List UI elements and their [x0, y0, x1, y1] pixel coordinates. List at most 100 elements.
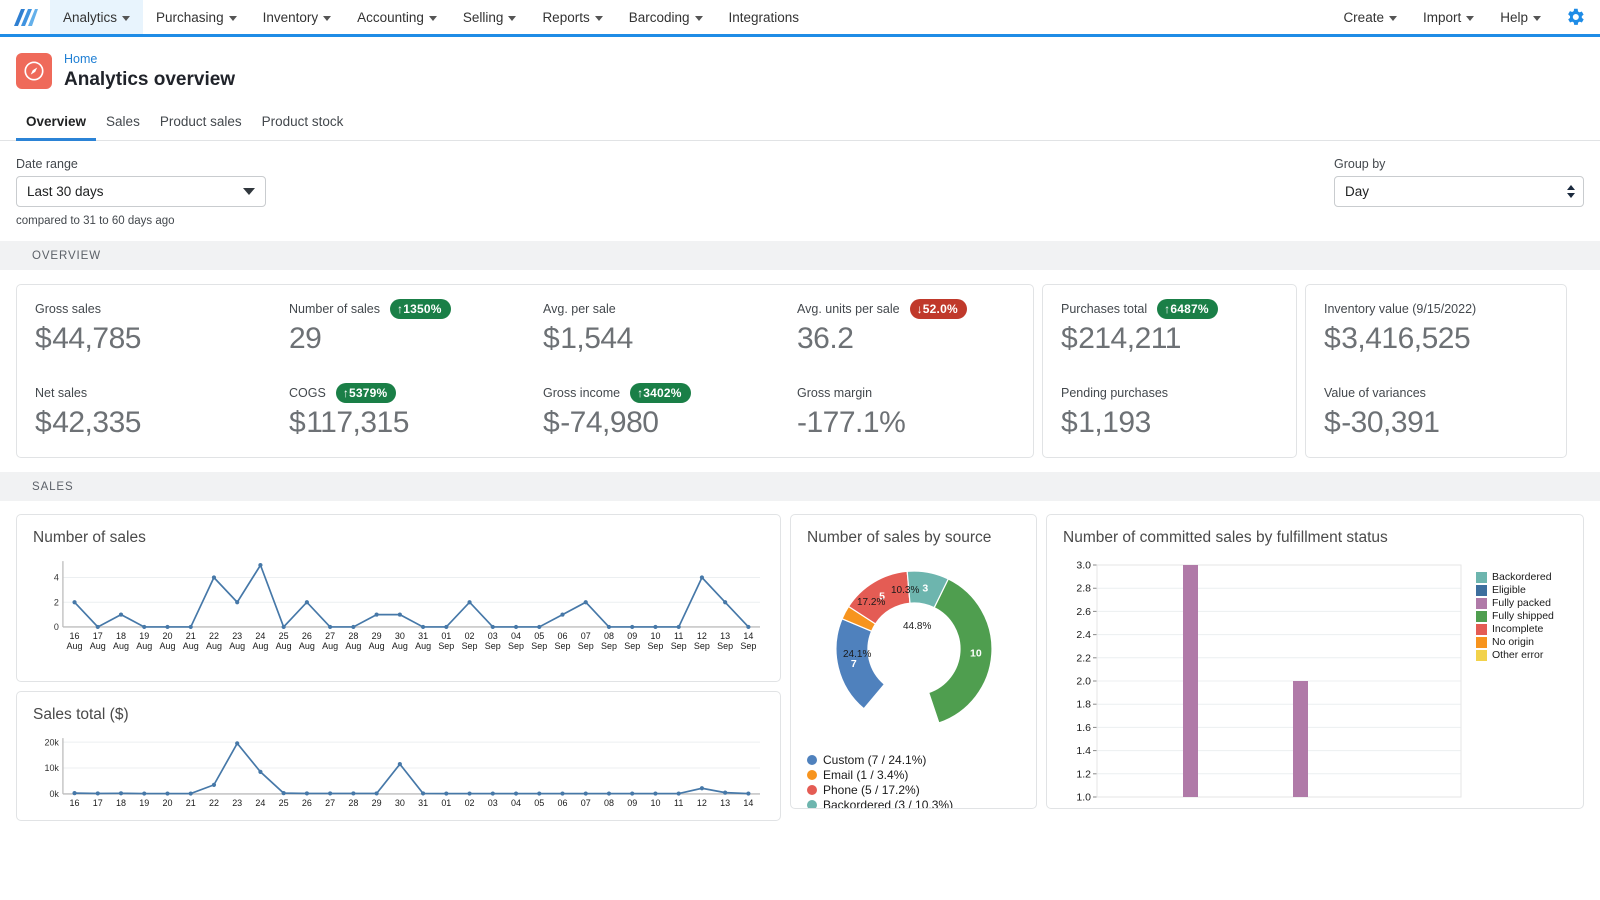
donut-slice-shopify[interactable]	[929, 579, 992, 723]
donut-percent-label: 17.2%	[857, 597, 885, 608]
currency-symbol: $	[1324, 322, 1340, 355]
chevron-down-icon	[429, 16, 437, 21]
nav-item-label: Analytics	[63, 10, 117, 25]
nav-item-inventory[interactable]: Inventory	[250, 0, 345, 34]
tab-sales[interactable]: Sales	[96, 108, 150, 141]
svg-text:06: 06	[558, 631, 568, 641]
app-logo[interactable]	[0, 0, 50, 34]
nav-item-integrations[interactable]: Integrations	[716, 0, 813, 34]
metric-number: 42,335	[52, 406, 141, 439]
legend-item-eligible[interactable]: Eligible	[1476, 584, 1554, 597]
tab-product-sales[interactable]: Product sales	[150, 108, 252, 141]
date-range-label: Date range	[16, 157, 266, 171]
legend-item-other-error[interactable]: Other error	[1476, 649, 1554, 662]
metric-label: Gross sales	[35, 302, 101, 316]
currency-symbol: $	[35, 406, 51, 439]
metric-value: -177.1%	[797, 405, 1015, 441]
metric-value: $3,416,525	[1324, 321, 1548, 357]
svg-text:Aug: Aug	[113, 641, 129, 651]
stepper-icon[interactable]	[1567, 185, 1575, 198]
legend-item-fully-packed[interactable]: Fully packed	[1476, 597, 1554, 610]
settings-button[interactable]	[1554, 0, 1600, 34]
nav-item-purchasing[interactable]: Purchasing	[143, 0, 250, 34]
svg-text:05: 05	[534, 631, 544, 641]
nav-item-reports[interactable]: Reports	[529, 0, 615, 34]
nav-item-help[interactable]: Help	[1487, 0, 1554, 34]
chevron-down-icon	[1567, 193, 1575, 198]
nav-item-analytics[interactable]: Analytics	[50, 0, 143, 34]
svg-text:29: 29	[372, 631, 382, 641]
nav-item-create[interactable]: Create	[1330, 0, 1410, 34]
currency-symbol: $	[35, 322, 51, 355]
svg-text:3.0: 3.0	[1076, 560, 1091, 572]
legend-item-fully-shipped[interactable]: Fully shipped	[1476, 610, 1554, 623]
svg-text:Sep: Sep	[717, 641, 733, 651]
tab-product-stock[interactable]: Product stock	[252, 108, 354, 141]
legend-item-backordered[interactable]: Backordered (3 / 10.3%)	[807, 798, 1020, 809]
legend-label: Email (1 / 3.4%)	[823, 768, 908, 782]
tab-overview[interactable]: Overview	[16, 108, 96, 141]
donut-slice-custom[interactable]	[836, 619, 884, 709]
nav-item-label: Barcoding	[629, 10, 690, 25]
nav-item-selling[interactable]: Selling	[450, 0, 530, 34]
page-icon	[16, 53, 52, 89]
tab-label: Sales	[106, 114, 140, 129]
svg-text:Aug: Aug	[322, 641, 338, 651]
metric-number-of-sales: Number of sales↑1350%29	[271, 299, 525, 357]
bar[interactable]	[1293, 681, 1308, 797]
nav-item-label: Create	[1343, 10, 1384, 25]
number-of-sales-line-chart[interactable]: 02416Aug17Aug18Aug19Aug20Aug21Aug22Aug23…	[33, 557, 764, 665]
svg-text:13: 13	[720, 798, 730, 806]
svg-text:24: 24	[255, 631, 265, 641]
metric-number: 44,785	[52, 322, 141, 355]
legend-item-phone[interactable]: Phone (5 / 17.2%)	[807, 783, 1020, 797]
legend-label: Backordered (3 / 10.3%)	[823, 798, 953, 809]
chevron-down-icon	[595, 16, 603, 21]
nav-item-accounting[interactable]: Accounting	[344, 0, 450, 34]
sales-total-line-chart[interactable]: 0k10k20k16Aug17Aug18Aug19Aug20Aug21Aug22…	[33, 734, 764, 806]
legend-item-backordered[interactable]: Backordered	[1476, 571, 1554, 584]
svg-text:2.4: 2.4	[1076, 629, 1091, 641]
svg-text:03: 03	[488, 798, 498, 806]
svg-text:09: 09	[627, 631, 637, 641]
svg-text:13: 13	[720, 631, 730, 641]
metric-label: Gross margin	[797, 386, 872, 400]
fulfillment-bar-chart[interactable]: 1.01.21.41.61.82.02.22.42.62.83.0	[1063, 557, 1468, 807]
svg-text:21: 21	[186, 798, 196, 806]
chevron-down-icon	[229, 16, 237, 21]
group-by-select[interactable]: Day	[1334, 176, 1584, 207]
legend-label: Fully packed	[1492, 597, 1551, 610]
svg-text:Sep: Sep	[671, 641, 687, 651]
svg-text:30: 30	[395, 631, 405, 641]
nav-item-import[interactable]: Import	[1410, 0, 1487, 34]
svg-text:11: 11	[674, 798, 683, 806]
breadcrumb[interactable]: Home	[64, 51, 235, 67]
currency-symbol: $	[289, 406, 305, 439]
svg-text:20: 20	[162, 631, 172, 641]
nav-item-label: Import	[1423, 10, 1461, 25]
metric-gross-sales: Gross sales $44,785	[17, 299, 271, 357]
badge-text: 6487%	[1170, 302, 1208, 316]
donut-percent-label: 24.1%	[843, 649, 871, 660]
date-range-select[interactable]: Last 30 days	[16, 176, 266, 207]
svg-text:Sep: Sep	[485, 641, 501, 651]
svg-text:28: 28	[348, 631, 358, 641]
sales-by-source-donut-chart[interactable]: 7531010.3%17.2%44.8%24.1%	[807, 557, 1022, 747]
comparison-note: compared to 31 to 60 days ago	[16, 215, 266, 227]
legend-item-email[interactable]: Email (1 / 3.4%)	[807, 768, 1020, 782]
metric-pending-purchases: Pending purchases $1,193	[1043, 383, 1296, 441]
svg-text:2.2: 2.2	[1076, 652, 1091, 664]
svg-text:08: 08	[604, 631, 614, 641]
chevron-down-icon	[243, 188, 255, 195]
svg-text:16: 16	[70, 798, 80, 806]
sales-left-column: Number of sales 02416Aug17Aug18Aug19Aug2…	[16, 514, 781, 821]
svg-text:25: 25	[279, 798, 289, 806]
legend-item-incomplete[interactable]: Incomplete	[1476, 623, 1554, 636]
metric-label: Purchases total	[1061, 302, 1147, 316]
legend-item-custom[interactable]: Custom (7 / 24.1%)	[807, 753, 1020, 767]
bar[interactable]	[1183, 565, 1198, 797]
legend-item-no-origin[interactable]: No origin	[1476, 636, 1554, 649]
svg-text:2.0: 2.0	[1076, 676, 1091, 688]
legend-label: Other error	[1492, 649, 1543, 662]
nav-item-barcoding[interactable]: Barcoding	[616, 0, 716, 34]
